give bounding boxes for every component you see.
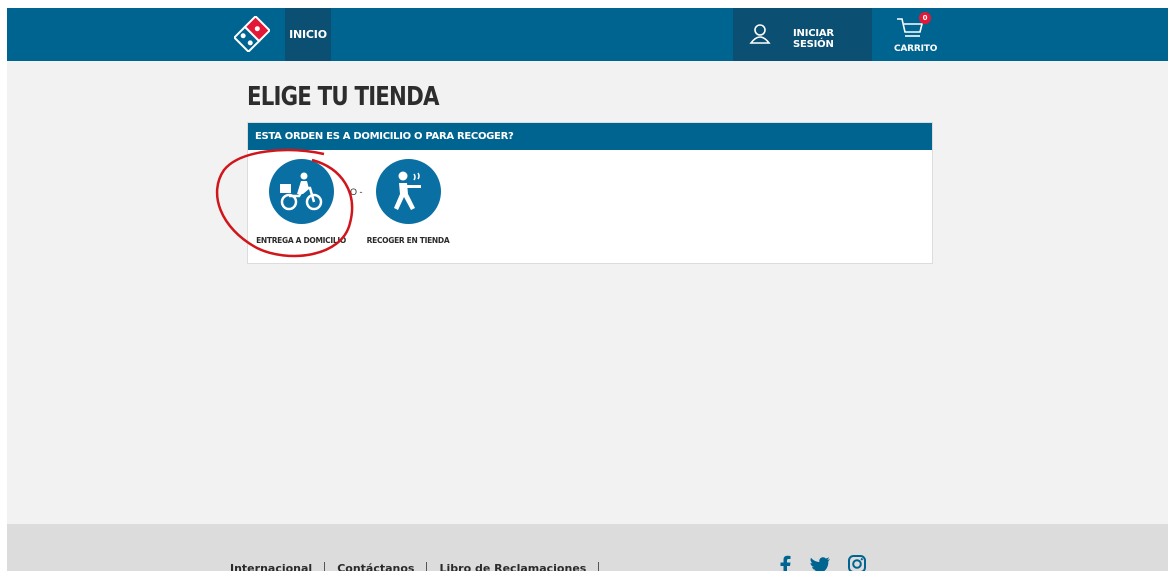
nav-home[interactable]: INICIO	[285, 8, 331, 61]
facebook-icon[interactable]	[777, 554, 793, 571]
carryout-person-icon	[394, 171, 421, 210]
footer-links: Internacional Contáctanos Libro de Recla…	[230, 562, 600, 571]
site-header: INICIO INICIAR SESIÓN 0 CARRITO	[7, 8, 1168, 61]
social-links	[777, 554, 867, 571]
footer-link-international[interactable]: Internacional	[230, 562, 326, 571]
or-separator: O -	[350, 187, 363, 197]
login-button[interactable]: INICIAR SESIÓN	[733, 8, 872, 61]
footer-link-contact[interactable]: Contáctanos	[325, 562, 428, 571]
browser-viewport: INICIO INICIAR SESIÓN 0 CARRITO ELIGE TU…	[7, 8, 1168, 571]
login-label: INICIAR SESIÓN	[793, 28, 834, 50]
cart-label: CARRITO	[894, 44, 938, 54]
carryout-circle[interactable]	[375, 159, 441, 224]
delivery-label[interactable]: ENTREGA A DOMICILIO	[256, 236, 346, 245]
delivery-circle[interactable]	[268, 159, 334, 224]
dominos-logo-icon	[234, 16, 270, 52]
delivery-option[interactable]: ENTREGA A DOMICILIO	[256, 159, 346, 245]
delivery-scooter-icon	[280, 172, 323, 210]
order-type-panel: ESTA ORDEN ES A DOMICILIO O PARA RECOGER…	[247, 122, 933, 264]
carryout-option[interactable]: RECOGER EN TIENDA	[363, 159, 453, 245]
carryout-label[interactable]: RECOGER EN TIENDA	[363, 236, 453, 245]
site-footer: Internacional Contáctanos Libro de Recla…	[7, 524, 1168, 571]
order-type-question: ESTA ORDEN ES A DOMICILIO O PARA RECOGER…	[248, 123, 932, 150]
dominos-logo[interactable]	[232, 12, 272, 56]
cart-button[interactable]: 0 CARRITO	[884, 8, 938, 61]
footer-link-complaints-book[interactable]: Libro de Reclamaciones	[427, 562, 600, 571]
cart-count-badge: 0	[919, 12, 931, 24]
user-icon	[749, 24, 771, 44]
twitter-icon[interactable]	[809, 554, 831, 571]
page-title: ELIGE TU TIENDA	[247, 82, 439, 112]
instagram-icon[interactable]	[847, 554, 867, 571]
